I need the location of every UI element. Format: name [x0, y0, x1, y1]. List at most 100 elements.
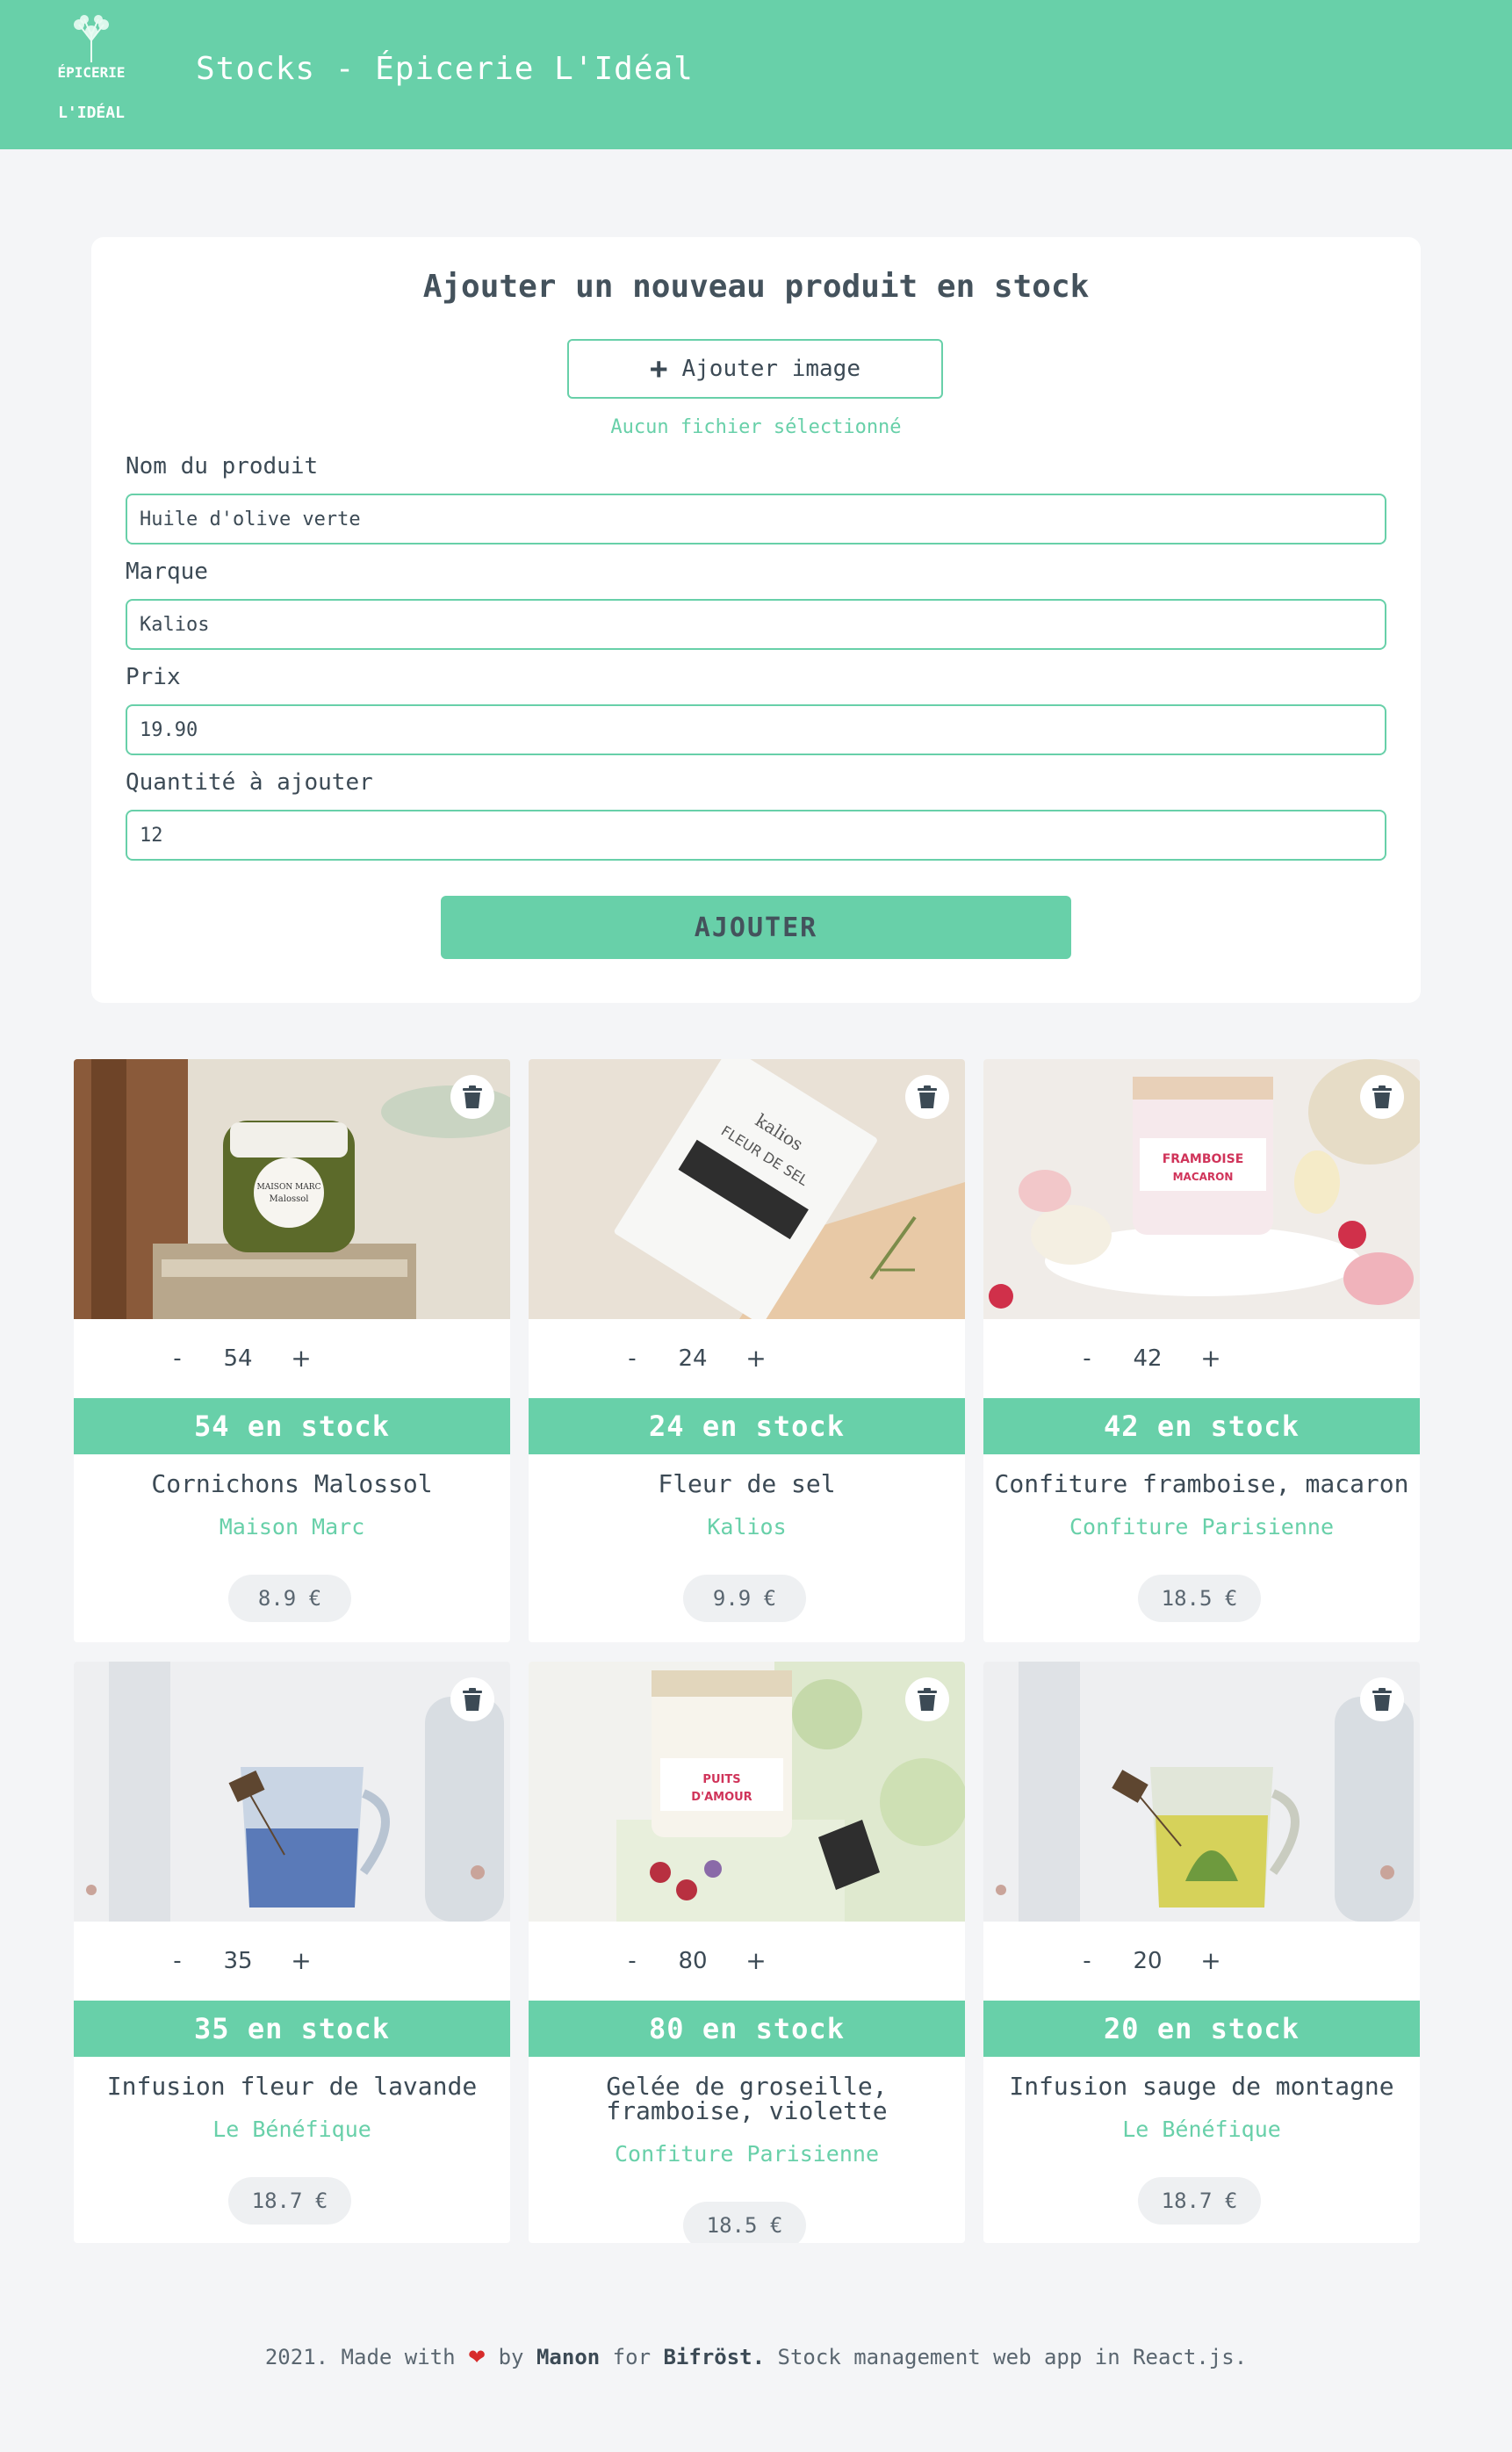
- product-brand: Le Bénéfique: [212, 2117, 371, 2142]
- delete-product-button[interactable]: [905, 1075, 949, 1119]
- price-badge: 18.7 €: [1138, 2177, 1261, 2225]
- footer-company: Bifröst.: [663, 2345, 766, 2369]
- jar-label-text: PUITS: [702, 1773, 740, 1786]
- stock-badge: 20 en stock: [983, 2001, 1420, 2057]
- quantity-stepper: - 80 +: [529, 1922, 965, 2001]
- product-image: PUITS D'AMOUR: [529, 1662, 965, 1922]
- increase-quantity-button[interactable]: +: [743, 1344, 769, 1373]
- quantity-input[interactable]: [126, 810, 1386, 861]
- quantity-stepper: - 42 +: [983, 1319, 1420, 1398]
- svg-text:Malossol: Malossol: [270, 1194, 309, 1204]
- product-name-input[interactable]: [126, 494, 1386, 544]
- quantity-value: 35: [223, 1948, 253, 1974]
- app-header: ÉPICERIE L'IDÉAL Stocks - Épicerie L'Idé…: [0, 0, 1512, 149]
- increase-quantity-button[interactable]: +: [1198, 1946, 1224, 1975]
- product-card: - 20 + 20 en stock Infusion sauge de mon…: [983, 1662, 1420, 2243]
- price-badge: 18.5 €: [1138, 1575, 1261, 1622]
- add-product-form: Ajouter un nouveau produit en stock + Aj…: [91, 237, 1421, 1003]
- add-product-button[interactable]: AJOUTER: [441, 896, 1071, 959]
- quantity-stepper: - 35 +: [74, 1922, 510, 2001]
- delete-product-button[interactable]: [1360, 1677, 1404, 1721]
- page-footer: 2021. Made with ❤ by Manon for Bifröst. …: [0, 2345, 1512, 2369]
- product-image: FRAMBOISE MACARON: [983, 1059, 1420, 1319]
- trash-icon: [1372, 1085, 1392, 1108]
- jar-label-text: FRAMBOISE: [1163, 1152, 1244, 1166]
- trash-icon: [463, 1085, 482, 1108]
- decrease-quantity-button[interactable]: -: [622, 1948, 643, 1974]
- delete-product-button[interactable]: [450, 1677, 494, 1721]
- stock-badge: 24 en stock: [529, 1398, 965, 1454]
- form-title: Ajouter un nouveau produit en stock: [422, 269, 1090, 305]
- delete-product-button[interactable]: [905, 1677, 949, 1721]
- product-name: Confiture framboise, macaron: [994, 1469, 1409, 1498]
- product-name: Infusion fleur de lavande: [106, 2072, 478, 2101]
- increase-quantity-button[interactable]: +: [743, 1946, 769, 1975]
- increase-quantity-button[interactable]: +: [288, 1946, 314, 1975]
- stock-badge: 35 en stock: [74, 2001, 510, 2057]
- stock-badge: 42 en stock: [983, 1398, 1420, 1454]
- quantity-value: 54: [223, 1345, 253, 1372]
- svg-text:D'AMOUR: D'AMOUR: [691, 1791, 752, 1804]
- product-card: kalios FLEUR DE SEL - 24 + 24 en stock F…: [529, 1059, 965, 1642]
- decrease-quantity-button[interactable]: -: [167, 1345, 188, 1372]
- footer-for: for: [612, 2345, 652, 2369]
- product-image: [74, 1662, 510, 1922]
- product-brand: Kalios: [707, 1514, 787, 1540]
- footer-year: 2021. Made with: [264, 2345, 456, 2369]
- trash-icon: [918, 1688, 937, 1711]
- quantity-value: 20: [1133, 1948, 1163, 1974]
- price-badge: 18.7 €: [228, 2177, 351, 2225]
- stock-badge: 80 en stock: [529, 2001, 965, 2057]
- product-brand: Confiture Parisienne: [1069, 1514, 1335, 1540]
- quantity-value: 42: [1133, 1345, 1163, 1372]
- footer-tagline: Stock management web app in React.js.: [777, 2345, 1248, 2369]
- trash-icon: [1372, 1688, 1392, 1711]
- product-brand: Le Bénéfique: [1122, 2117, 1281, 2142]
- quantity-label: Quantité à ajouter: [126, 769, 373, 796]
- price-label: Prix: [126, 664, 181, 690]
- product-card: FRAMBOISE MACARON - 42 + 42 en stock Con…: [983, 1059, 1420, 1642]
- decrease-quantity-button[interactable]: -: [167, 1948, 188, 1974]
- increase-quantity-button[interactable]: +: [288, 1344, 314, 1373]
- quantity-stepper: - 54 +: [74, 1319, 510, 1398]
- trash-icon: [918, 1085, 937, 1108]
- product-image: kalios FLEUR DE SEL: [529, 1059, 965, 1319]
- heart-icon: ❤: [468, 2345, 486, 2369]
- product-card: PUITS D'AMOUR - 80 + 80 en stock Gelée d…: [529, 1662, 965, 2243]
- page-title: Stocks - Épicerie L'Idéal: [196, 51, 694, 87]
- logo-text-bottom: L'IDÉAL: [58, 103, 125, 122]
- plus-icon: +: [650, 351, 668, 386]
- product-brand: Maison Marc: [219, 1514, 365, 1540]
- file-status-text: Aucun fichier sélectionné: [610, 416, 902, 438]
- footer-author: Manon: [536, 2345, 601, 2369]
- quantity-value: 80: [678, 1948, 708, 1974]
- increase-quantity-button[interactable]: +: [1198, 1344, 1224, 1373]
- product-name-label: Nom du produit: [126, 453, 319, 480]
- brand-label: Marque: [126, 559, 208, 585]
- product-name: Cornichons Malossol: [151, 1469, 433, 1498]
- jar-label-text: MAISON MARC: [257, 1183, 321, 1192]
- product-card: MAISON MARC Malossol - 54 + 54 en stock …: [74, 1059, 510, 1642]
- quantity-value: 24: [678, 1345, 708, 1372]
- footer-by: by: [498, 2345, 524, 2369]
- product-name: Fleur de sel: [658, 1469, 836, 1498]
- product-card: - 35 + 35 en stock Infusion fleur de lav…: [74, 1662, 510, 2243]
- product-image: [983, 1662, 1420, 1922]
- epicerie-logo[interactable]: ÉPICERIE L'IDÉAL: [46, 14, 137, 133]
- quantity-stepper: - 20 +: [983, 1922, 1420, 2001]
- price-badge: 18.5 €: [683, 2202, 806, 2243]
- decrease-quantity-button[interactable]: -: [1076, 1948, 1098, 1974]
- product-name: Infusion sauge de montagne: [1009, 2072, 1394, 2101]
- price-badge: 9.9 €: [683, 1575, 806, 1622]
- decrease-quantity-button[interactable]: -: [1076, 1345, 1098, 1372]
- brand-input[interactable]: [126, 599, 1386, 650]
- price-badge: 8.9 €: [228, 1575, 351, 1622]
- trash-icon: [463, 1688, 482, 1711]
- delete-product-button[interactable]: [1360, 1075, 1404, 1119]
- add-image-button[interactable]: + Ajouter image: [567, 339, 943, 399]
- decrease-quantity-button[interactable]: -: [622, 1345, 643, 1372]
- price-input[interactable]: [126, 704, 1386, 755]
- delete-product-button[interactable]: [450, 1075, 494, 1119]
- add-image-label: Ajouter image: [681, 356, 860, 382]
- product-image: MAISON MARC Malossol: [74, 1059, 510, 1319]
